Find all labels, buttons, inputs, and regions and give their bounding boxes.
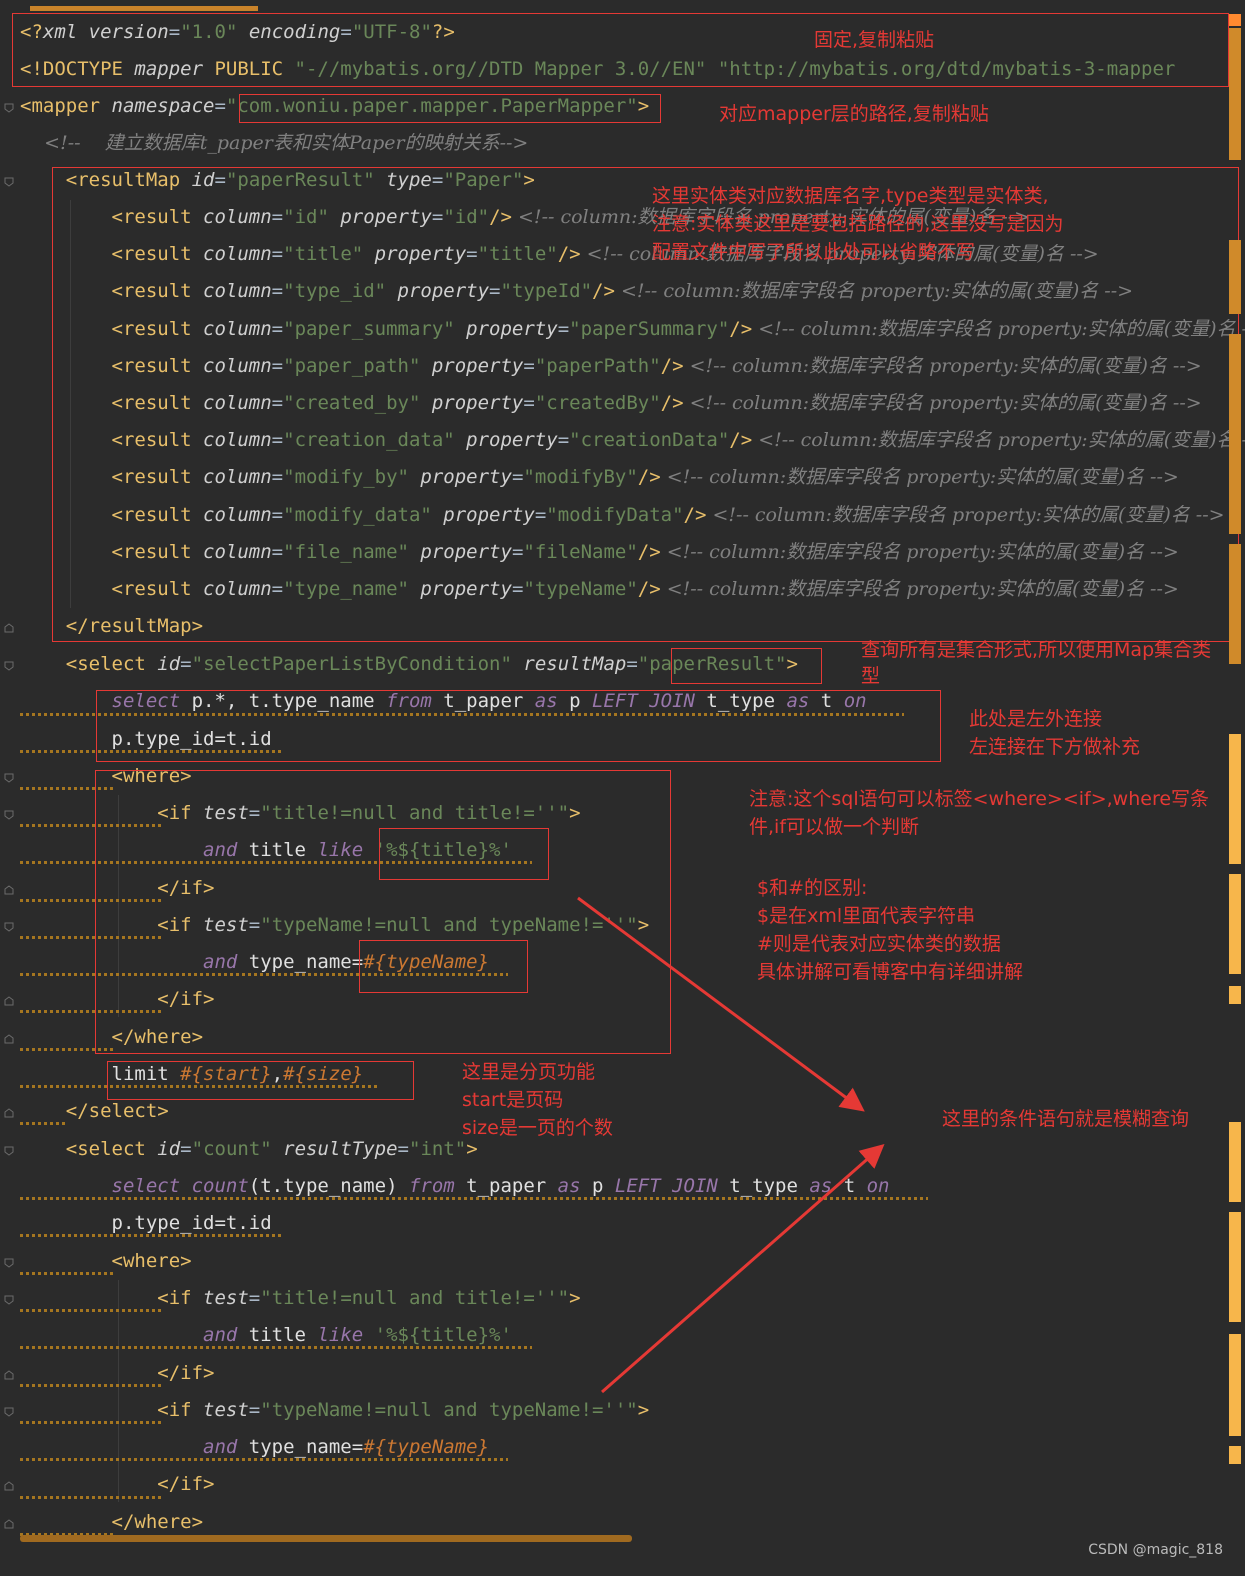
scroll-marker (1229, 28, 1241, 160)
arrow-to-fuzzy-query (601, 1144, 885, 1394)
scroll-marker (1229, 334, 1241, 534)
scroll-marker (1229, 874, 1241, 974)
scroll-marker (1229, 14, 1241, 26)
horizontal-scrollbar-thumb[interactable] (20, 1535, 632, 1542)
watermark-text: CSDN @magic_818 (1088, 1542, 1223, 1558)
scroll-marker (1229, 544, 1241, 664)
vertical-scrollbar[interactable] (1227, 14, 1241, 1534)
scroll-marker (1229, 1212, 1241, 1322)
scroll-marker (1229, 1446, 1241, 1464)
scroll-marker (1229, 1334, 1241, 1436)
arrow-to-fuzzy-query (577, 896, 865, 1112)
scroll-marker (1229, 240, 1241, 314)
scroll-marker (1229, 1122, 1241, 1202)
annotation-arrows (577, 896, 885, 1394)
code-editor[interactable]: <?xml version="1.0" encoding="UTF-8"?> <!… (0, 0, 1245, 1576)
scroll-marker (1229, 734, 1241, 864)
scroll-marker (1229, 986, 1241, 1004)
